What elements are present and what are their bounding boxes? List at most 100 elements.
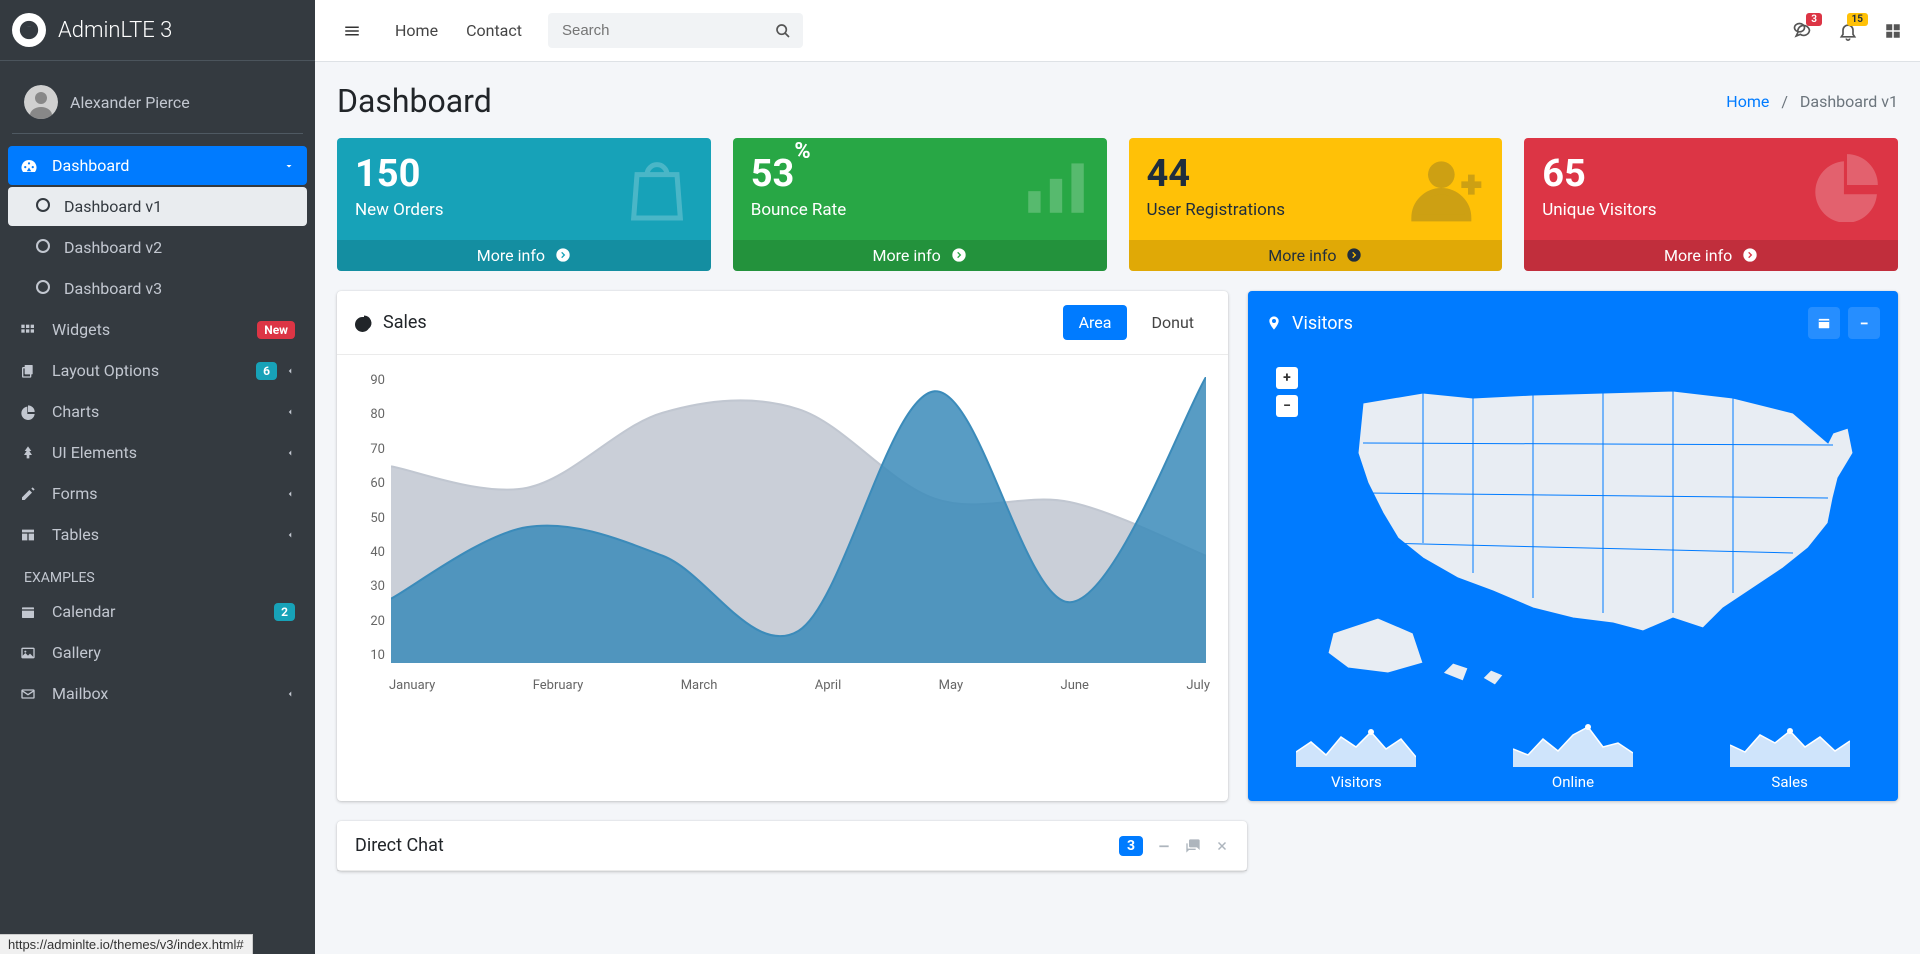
- sparklines-row: Visitors Online Sales: [1248, 703, 1898, 801]
- visitors-card: Visitors − + −: [1248, 291, 1898, 801]
- zoom-out-button[interactable]: −: [1276, 395, 1298, 417]
- image-icon: [20, 645, 42, 661]
- search-wrap: [548, 13, 803, 48]
- nav-forms[interactable]: Forms: [8, 474, 307, 513]
- arrow-circle-icon: [1742, 246, 1758, 265]
- circle-icon: [32, 280, 54, 297]
- tachometer-icon: [20, 157, 42, 175]
- arrow-circle-icon: [555, 246, 571, 265]
- nav-tables[interactable]: Tables: [8, 515, 307, 554]
- tab-donut[interactable]: Donut: [1135, 305, 1210, 340]
- more-info-link[interactable]: More info: [1129, 240, 1503, 271]
- nav-dashboard-v1[interactable]: Dashboard v1: [8, 187, 307, 226]
- nav-label: Widgets: [52, 320, 110, 339]
- chevron-left-icon: [285, 448, 295, 458]
- topnav-contact[interactable]: Contact: [466, 21, 522, 40]
- more-info-link[interactable]: More info: [337, 240, 711, 271]
- pie-chart-icon: [20, 404, 42, 420]
- edit-icon: [20, 486, 42, 502]
- sales-chart: 908070605040302010 JanuaryFebruaryMarchA…: [355, 373, 1210, 693]
- user-name[interactable]: Alexander Pierce: [70, 93, 190, 112]
- pie-chart-icon: [355, 314, 373, 332]
- spark-label: Online: [1513, 773, 1633, 791]
- nav-label: Layout Options: [52, 361, 159, 380]
- badge-count: 2: [274, 603, 295, 621]
- comments-icon[interactable]: [1185, 838, 1201, 854]
- chevron-down-icon: [283, 160, 295, 172]
- small-box-orders: 150 New Orders More info: [337, 138, 711, 271]
- chevron-left-icon: [285, 689, 295, 699]
- content-header: Dashboard Home / Dashboard v1: [315, 62, 1920, 130]
- tree-icon: [20, 445, 42, 461]
- search-input[interactable]: [548, 13, 803, 48]
- table-icon: [20, 527, 42, 543]
- copy-icon: [20, 363, 42, 379]
- tab-area[interactable]: Area: [1063, 305, 1128, 340]
- breadcrumb-home[interactable]: Home: [1726, 92, 1769, 111]
- search-icon[interactable]: [775, 23, 791, 39]
- card-title-text: Visitors: [1292, 313, 1353, 334]
- nav-ui[interactable]: UI Elements: [8, 433, 307, 472]
- nav-header-examples: EXAMPLES: [8, 556, 307, 592]
- shopping-bag-icon: [617, 148, 697, 228]
- more-info-link[interactable]: More info: [733, 240, 1107, 271]
- brand-link[interactable]: AdminLTE 3: [0, 0, 315, 61]
- nav-label: Mailbox: [52, 684, 108, 703]
- card-title-text: Direct Chat: [355, 835, 444, 856]
- nav-label: Forms: [52, 484, 98, 503]
- arrow-circle-icon: [951, 246, 967, 265]
- brand-text: AdminLTE 3: [58, 18, 172, 43]
- usa-map[interactable]: [1266, 363, 1880, 703]
- user-avatar[interactable]: [24, 85, 58, 119]
- spark-label: Sales: [1730, 773, 1850, 791]
- nav-widgets[interactable]: Widgets New: [8, 310, 307, 349]
- arrow-circle-icon: [1346, 246, 1362, 265]
- bar-chart-icon: [1019, 148, 1093, 222]
- bell-badge: 15: [1847, 13, 1868, 26]
- breadcrumb-sep: /: [1781, 92, 1788, 111]
- spark-sales: Sales: [1730, 717, 1850, 791]
- collapse-button[interactable]: −: [1848, 307, 1880, 339]
- topnav-home[interactable]: Home: [395, 21, 438, 40]
- chevron-left-icon: [285, 366, 295, 376]
- nav-dashboard[interactable]: Dashboard: [8, 146, 307, 185]
- close-button[interactable]: [1215, 839, 1229, 853]
- menu-toggle-icon[interactable]: [333, 16, 371, 46]
- map-body: + −: [1248, 355, 1898, 703]
- nav-layout[interactable]: Layout Options 6: [8, 351, 307, 390]
- calendar-icon: [20, 604, 42, 620]
- user-panel: Alexander Pierce: [12, 71, 303, 134]
- breadcrumb: Home / Dashboard v1: [1726, 92, 1898, 111]
- nav-dashboard-v3[interactable]: Dashboard v3: [8, 269, 307, 308]
- breadcrumb-current: Dashboard v1: [1800, 92, 1898, 111]
- nav-dashboard-v2[interactable]: Dashboard v2: [8, 228, 307, 267]
- pie-chart-icon: [1810, 148, 1884, 222]
- badge-count: 6: [256, 362, 277, 380]
- user-plus-icon: [1408, 148, 1488, 228]
- bell-button[interactable]: 15: [1838, 21, 1858, 41]
- chat-badge: 3: [1119, 836, 1143, 856]
- nav-label: Dashboard v2: [64, 238, 162, 257]
- sales-card: Sales Area Donut 908070605040302010 Janu…: [337, 291, 1228, 801]
- nav-label: Dashboard v1: [64, 197, 162, 216]
- nav: Dashboard Dashboard v1 Dashboard v2 Dash…: [0, 146, 315, 715]
- nav-calendar[interactable]: Calendar 2: [8, 592, 307, 631]
- topbar: Home Contact 3 15: [315, 0, 1920, 62]
- badge-new: New: [257, 321, 295, 339]
- collapse-button[interactable]: [1157, 839, 1171, 853]
- small-box-bounce: 53% Bounce Rate More info: [733, 138, 1107, 271]
- circle-icon: [32, 198, 54, 215]
- nav-mailbox[interactable]: Mailbox: [8, 674, 307, 713]
- spark-visitors: Visitors: [1296, 717, 1416, 791]
- nav-label: Charts: [52, 402, 99, 421]
- calendar-button[interactable]: [1808, 307, 1840, 339]
- nav-gallery[interactable]: Gallery: [8, 633, 307, 672]
- nav-charts[interactable]: Charts: [8, 392, 307, 431]
- status-bar-url: https://adminlte.io/themes/v3/index.html…: [0, 934, 253, 954]
- comments-button[interactable]: 3: [1792, 21, 1812, 41]
- more-info-link[interactable]: More info: [1524, 240, 1898, 271]
- grid-button[interactable]: [1884, 22, 1902, 40]
- small-box-visitors: 65 Unique Visitors More info: [1524, 138, 1898, 271]
- circle-icon: [32, 239, 54, 256]
- zoom-in-button[interactable]: +: [1276, 367, 1298, 389]
